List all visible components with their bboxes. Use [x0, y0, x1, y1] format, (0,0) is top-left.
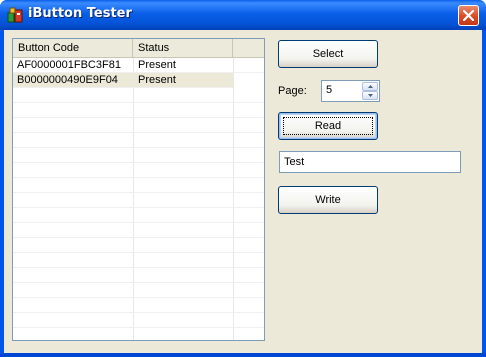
- table-row[interactable]: AF0000001FBC3F81 Present: [13, 58, 264, 73]
- list-item: [13, 163, 264, 178]
- focus-rectangle: [283, 117, 373, 135]
- list-item: [13, 238, 264, 253]
- status-cell: Present: [138, 59, 176, 71]
- button-list[interactable]: Button Code Status AF0000001FBC3F81 Pres…: [12, 38, 265, 341]
- list-item: [13, 118, 264, 133]
- list-item: [13, 208, 264, 223]
- close-button[interactable]: [458, 5, 479, 26]
- column-header-empty[interactable]: [233, 39, 264, 57]
- column-header-status[interactable]: Status: [133, 39, 233, 57]
- title-bar[interactable]: iButton Tester: [0, 0, 486, 30]
- table-row[interactable]: B0000000490E9F04 Present: [13, 73, 233, 88]
- list-item: [13, 268, 264, 283]
- arrow-up-icon: [368, 85, 373, 88]
- list-header: Button Code Status: [13, 39, 264, 58]
- page-value[interactable]: 5: [326, 84, 332, 96]
- page-label: Page:: [278, 85, 307, 97]
- read-button[interactable]: Read: [278, 112, 378, 140]
- list-item: [13, 223, 264, 238]
- spin-up-button[interactable]: [362, 82, 378, 91]
- page-spinner[interactable]: 5: [321, 80, 380, 102]
- arrow-down-icon: [368, 94, 373, 97]
- select-button[interactable]: Select: [278, 40, 378, 68]
- write-button[interactable]: Write: [278, 186, 378, 214]
- window-title: iButton Tester: [28, 6, 132, 21]
- list-item: [13, 178, 264, 193]
- close-icon: [463, 10, 474, 21]
- write-text-field[interactable]: Test: [279, 151, 461, 173]
- list-item: [13, 133, 264, 148]
- button-code-cell: B0000000490E9F04: [17, 74, 118, 86]
- spin-down-button[interactable]: [362, 91, 378, 100]
- list-item: [13, 313, 264, 328]
- column-header-button-code[interactable]: Button Code: [13, 39, 133, 57]
- button-code-cell: AF0000001FBC3F81: [17, 59, 121, 71]
- list-item: [13, 283, 264, 298]
- app-window: iButton Tester Button Code Status AF0000…: [0, 0, 486, 357]
- list-item: [13, 253, 264, 268]
- list-item: [13, 103, 264, 118]
- status-cell: Present: [138, 74, 176, 86]
- client-area: Button Code Status AF0000001FBC3F81 Pres…: [4, 30, 482, 353]
- app-icon: [7, 7, 23, 23]
- list-item: [13, 193, 264, 208]
- list-item: [13, 148, 264, 163]
- list-item: [13, 298, 264, 313]
- window-border: [0, 353, 486, 357]
- list-item: [13, 88, 264, 103]
